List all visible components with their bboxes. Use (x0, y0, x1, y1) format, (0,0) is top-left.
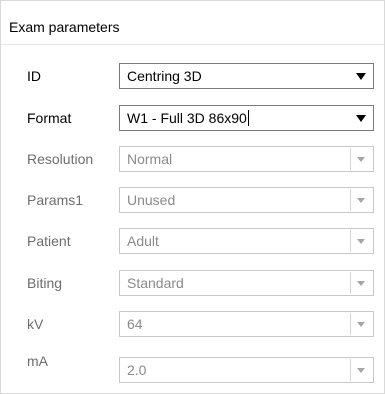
chevron-down-icon (356, 115, 366, 122)
exam-parameters-panel: Exam parameters ID Centring 3D Format W1… (0, 0, 385, 394)
ma-label: mA (27, 353, 48, 369)
kv-select[interactable]: 64 (119, 311, 374, 337)
row-id: ID Centring 3D (1, 63, 384, 91)
row-ma: mA 2.0 (1, 353, 384, 383)
biting-select[interactable]: Standard (119, 270, 374, 296)
id-dropdown-button[interactable] (350, 65, 372, 87)
row-format: Format W1 - Full 3D 86x90 (1, 105, 384, 133)
group-divider (1, 44, 384, 45)
params1-select-value: Unused (127, 192, 176, 208)
biting-dropdown-button[interactable] (350, 272, 372, 294)
resolution-select-value: Normal (127, 151, 173, 167)
chevron-down-icon (357, 368, 365, 373)
text-caret (247, 110, 249, 126)
format-select-text: W1 - Full 3D 86x90 (127, 110, 247, 126)
ma-select[interactable]: 2.0 (119, 357, 374, 383)
kv-dropdown-button[interactable] (350, 313, 372, 335)
patient-select[interactable]: Adult (119, 228, 374, 254)
ma-dropdown-button[interactable] (350, 359, 372, 381)
row-patient: Patient Adult (1, 228, 384, 256)
chevron-down-icon (357, 157, 365, 162)
format-select[interactable]: W1 - Full 3D 86x90 (119, 105, 374, 131)
patient-dropdown-button[interactable] (350, 230, 372, 252)
biting-select-value: Standard (127, 275, 184, 291)
params1-label: Params1 (27, 192, 84, 208)
chevron-down-icon (357, 322, 365, 327)
patient-label: Patient (27, 233, 71, 249)
biting-label: Biting (27, 275, 63, 291)
id-select-value: Centring 3D (127, 68, 202, 84)
chevron-down-icon (356, 73, 366, 80)
row-biting: Biting Standard (1, 270, 384, 298)
row-kv: kV 64 (1, 311, 384, 339)
resolution-select[interactable]: Normal (119, 146, 374, 172)
format-select-value: W1 - Full 3D 86x90 (127, 110, 249, 126)
params1-select[interactable]: Unused (119, 187, 374, 213)
kv-label: kV (27, 316, 44, 332)
group-title: Exam parameters (9, 19, 120, 35)
row-params1: Params1 Unused (1, 187, 384, 215)
id-label: ID (27, 68, 41, 84)
patient-select-value: Adult (127, 233, 159, 249)
params1-dropdown-button[interactable] (350, 189, 372, 211)
id-select[interactable]: Centring 3D (119, 63, 374, 89)
chevron-down-icon (357, 198, 365, 203)
kv-select-value: 64 (127, 316, 143, 332)
resolution-dropdown-button[interactable] (350, 148, 372, 170)
ma-select-value: 2.0 (127, 362, 147, 378)
format-dropdown-button[interactable] (350, 107, 372, 129)
format-label: Format (27, 110, 72, 126)
row-resolution: Resolution Normal (1, 146, 384, 174)
resolution-label: Resolution (27, 151, 94, 167)
chevron-down-icon (357, 281, 365, 286)
chevron-down-icon (357, 239, 365, 244)
